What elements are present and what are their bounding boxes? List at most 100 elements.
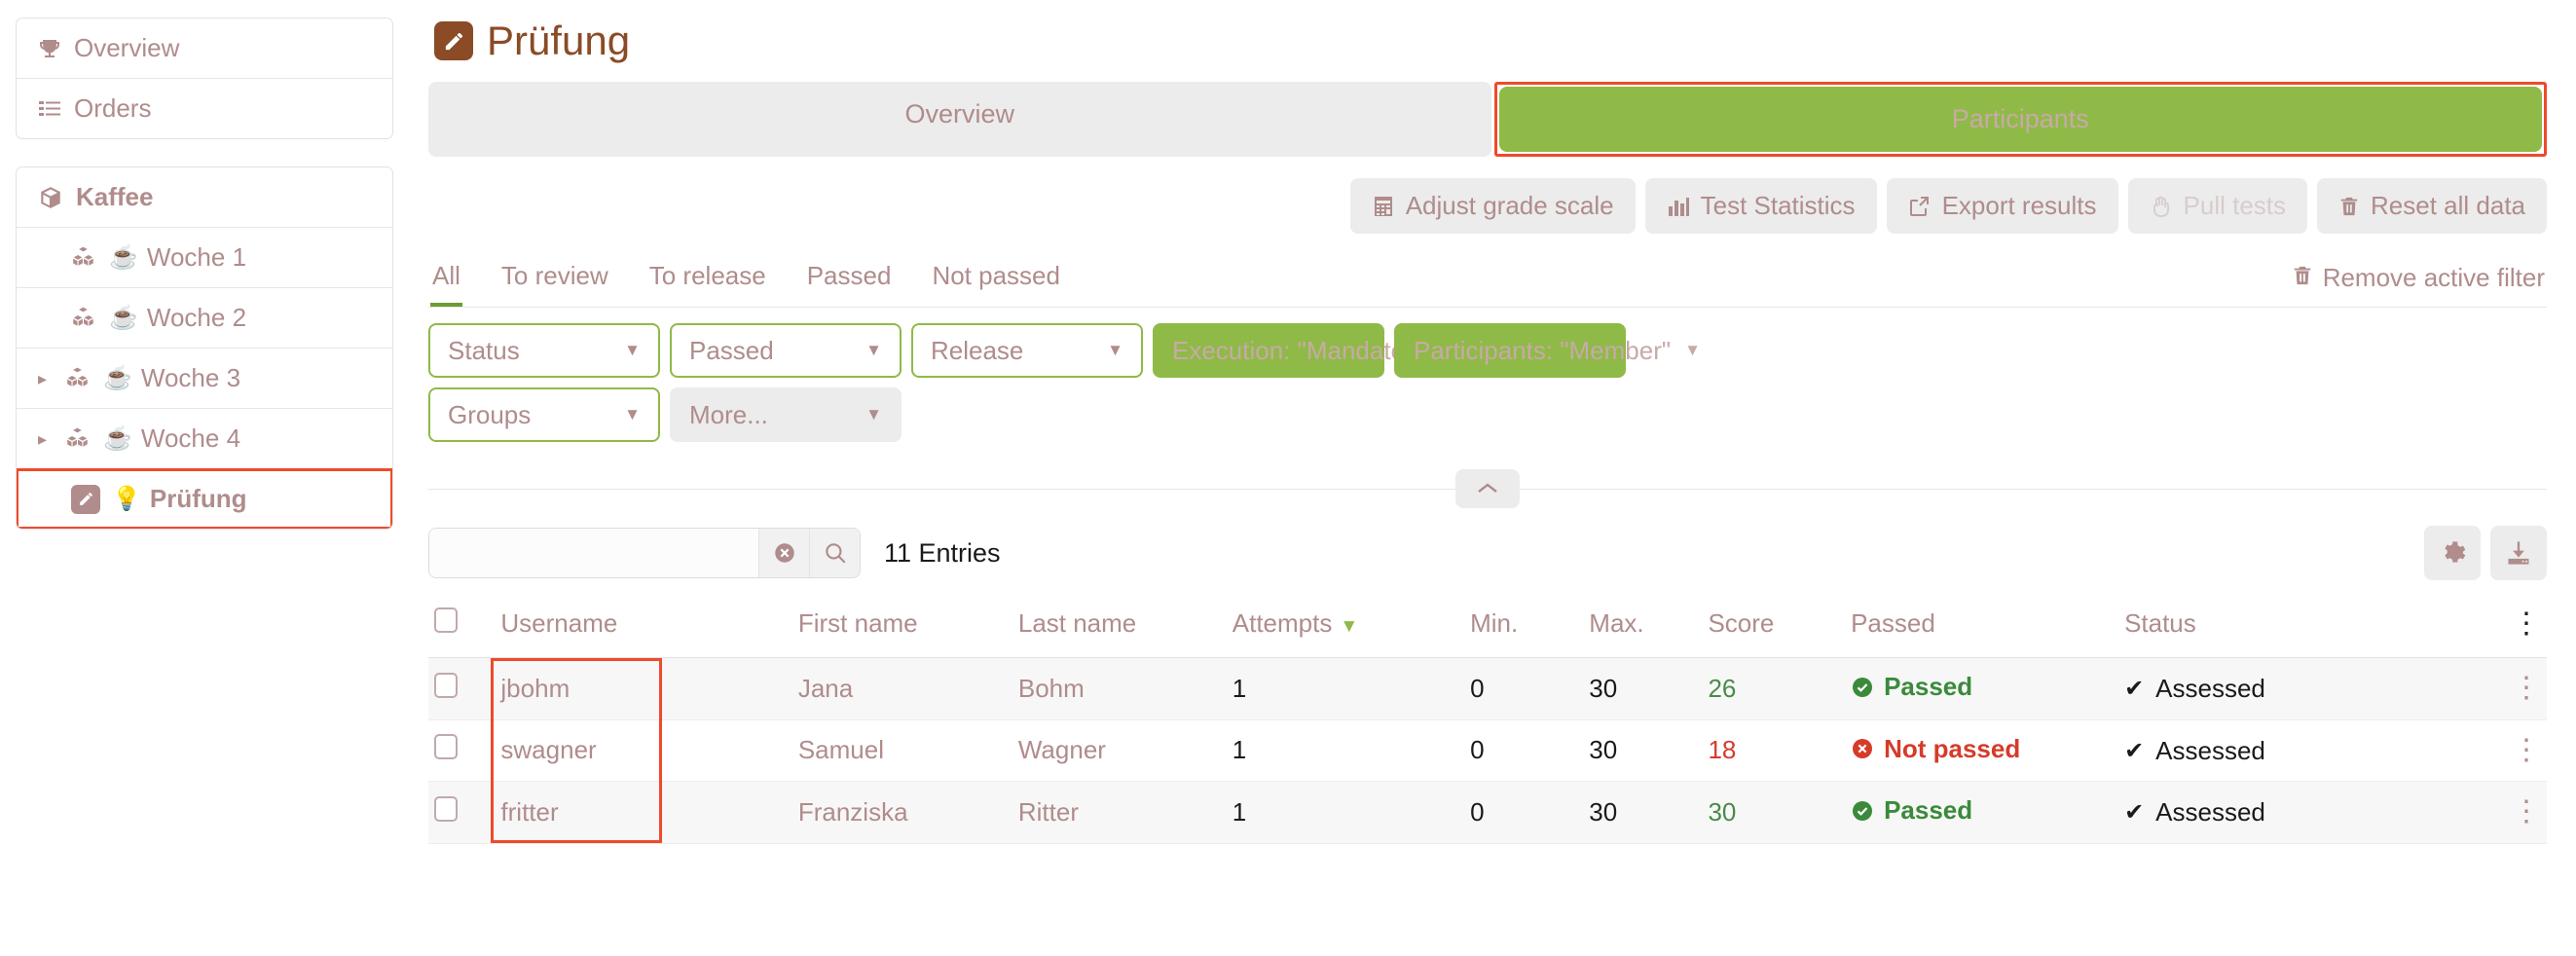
row-actions-menu[interactable]: ⋮ xyxy=(2475,719,2547,782)
filter-label: Groups xyxy=(448,399,532,429)
row-checkbox[interactable] xyxy=(434,734,458,760)
table-head: Username First name Last name Attempts ▼ … xyxy=(428,596,2547,658)
cell-score: 26 xyxy=(1702,657,1846,720)
status-assessed: ✔ Assessed xyxy=(2124,674,2265,704)
download-table-button[interactable] xyxy=(2490,526,2547,580)
adjust-grade-scale-button[interactable]: Adjust grade scale xyxy=(1349,178,1636,234)
sidebar-item-pruefung[interactable]: 💡 Prüfung xyxy=(17,468,392,529)
table-header-row: Username First name Last name Attempts ▼ … xyxy=(428,596,2547,658)
cell-first-name: Franziska xyxy=(791,781,1012,844)
expand-arrow-icon[interactable]: ▸ xyxy=(38,430,55,448)
search-input[interactable] xyxy=(429,529,758,577)
toolbar-button-label: Adjust grade scale xyxy=(1405,191,1614,220)
tab-participants[interactable]: Participants xyxy=(1498,87,2542,152)
bar-chart-icon xyxy=(1667,195,1690,218)
cell-last-name: Ritter xyxy=(1012,781,1227,844)
sidebar-item-woche-1[interactable]: ☕ Woche 1 xyxy=(17,228,392,288)
table-settings-button[interactable] xyxy=(2424,526,2481,580)
row-actions-menu[interactable]: ⋮ xyxy=(2475,657,2547,720)
clear-search-button[interactable] xyxy=(758,529,809,577)
remove-active-filter-button[interactable]: Remove active filter xyxy=(2292,263,2545,307)
filter-passed-select[interactable]: Passed ▼ xyxy=(670,323,902,378)
cell-min: 0 xyxy=(1464,719,1584,782)
expand-arrow-icon[interactable]: ▸ xyxy=(38,370,55,387)
column-header-passed[interactable]: Passed xyxy=(1845,596,2119,658)
toolbar-button-label: Export results xyxy=(1941,191,2097,220)
filter-execution-select[interactable]: Execution: "Mandatory, Opt... ▼ xyxy=(1153,323,1530,378)
sidebar-course-kaffee[interactable]: Kaffee xyxy=(17,167,392,228)
status-badge-passed: Passed xyxy=(1851,795,1972,826)
sidebar-top-panel: Overview Orders xyxy=(16,18,393,139)
filter-release-select[interactable]: Release ▼ xyxy=(911,323,1143,378)
export-results-button[interactable]: Export results xyxy=(1886,178,2118,234)
column-header-first-name[interactable]: First name xyxy=(791,596,1012,658)
cell-status: ✔ Assessed xyxy=(2118,657,2476,720)
table-row[interactable]: fritter Franziska Ritter 1 0 30 30 Passe… xyxy=(428,781,2547,844)
filter-tab-to-release[interactable]: To release xyxy=(647,251,768,307)
column-header-score[interactable]: Score xyxy=(1702,596,1846,658)
filter-groups-select[interactable]: Groups ▼ xyxy=(428,387,660,442)
column-options-menu[interactable]: ⋮ xyxy=(2475,596,2547,658)
table-row[interactable]: swagner Samuel Wagner 1 0 30 18 Not pass… xyxy=(428,719,2547,782)
select-all-checkbox[interactable] xyxy=(434,607,458,633)
sidebar-item-woche-3[interactable]: ▸ ☕ Woche 3 xyxy=(17,349,392,409)
filter-tab-to-review[interactable]: To review xyxy=(499,251,610,307)
column-header-last-name[interactable]: Last name xyxy=(1012,596,1227,658)
filter-participants-select[interactable]: Participants: "Member" ▼ xyxy=(1394,323,1701,378)
filter-more-select[interactable]: More... ▼ xyxy=(670,387,902,442)
column-header-status[interactable]: Status xyxy=(2118,596,2476,658)
clear-circle-icon xyxy=(774,543,794,563)
row-actions-menu[interactable]: ⋮ xyxy=(2475,781,2547,844)
reset-all-data-button[interactable]: Reset all data xyxy=(2317,178,2547,234)
entries-count: 11 Entries xyxy=(884,537,1001,568)
coffee-emoji-icon: ☕ xyxy=(109,305,138,331)
chevron-down-icon: ▼ xyxy=(624,341,641,359)
pencil-badge-icon xyxy=(71,484,100,514)
row-checkbox[interactable] xyxy=(434,795,458,822)
main-content: Prüfung Overview Participants Adjust gra… xyxy=(409,0,2576,956)
sidebar-item-orders[interactable]: Orders xyxy=(17,79,392,138)
collapse-filters-button[interactable] xyxy=(1455,469,1520,508)
cell-last-name: Bohm xyxy=(1012,657,1227,720)
cell-attempts: 1 xyxy=(1226,781,1465,844)
test-statistics-button[interactable]: Test Statistics xyxy=(1644,178,1877,234)
filter-controls: Status ▼ Passed ▼ Release ▼ Execution: "… xyxy=(428,308,2547,458)
filter-tab-passed[interactable]: Passed xyxy=(805,251,894,307)
chevron-up-icon xyxy=(1478,483,1497,493)
cross-circle-icon xyxy=(1851,737,1874,760)
search-icon xyxy=(825,543,846,564)
pull-tests-button[interactable]: Pull tests xyxy=(2127,178,2308,234)
app-root: Overview Orders Kaffee ☕ Woche 1 ☕ Woche… xyxy=(0,0,2576,956)
trophy-icon xyxy=(38,37,61,60)
cell-first-name: Samuel xyxy=(791,719,1012,782)
column-header-min[interactable]: Min. xyxy=(1464,596,1584,658)
sidebar-item-label: Woche 4 xyxy=(140,423,241,453)
cell-attempts: 1 xyxy=(1226,719,1465,782)
column-header-username[interactable]: Username xyxy=(495,596,792,658)
filter-tab-all[interactable]: All xyxy=(430,251,462,307)
table-row[interactable]: jbohm Jana Bohm 1 0 30 26 Passed ✔ Asses… xyxy=(428,657,2547,720)
remove-active-filter-label: Remove active filter xyxy=(2322,263,2545,292)
hand-icon xyxy=(2150,195,2173,218)
tab-overview[interactable]: Overview xyxy=(428,82,1491,157)
filter-tab-not-passed[interactable]: Not passed xyxy=(930,251,1062,307)
sidebar-course-panel: Kaffee ☕ Woche 1 ☕ Woche 2 ▸ ☕ Woche 3 ▸… xyxy=(16,166,393,530)
row-select-cell xyxy=(428,719,496,782)
row-checkbox[interactable] xyxy=(434,672,458,698)
status-badge-not-passed: Not passed xyxy=(1851,734,2020,764)
column-header-attempts[interactable]: Attempts ▼ xyxy=(1226,596,1465,658)
coffee-emoji-icon: ☕ xyxy=(109,244,138,271)
sidebar-item-woche-2[interactable]: ☕ Woche 2 xyxy=(17,288,392,349)
blocks-icon xyxy=(65,366,91,391)
cell-passed: Passed xyxy=(1845,657,2119,720)
sidebar-item-overview[interactable]: Overview xyxy=(17,18,392,79)
cell-username: jbohm xyxy=(495,657,792,720)
filter-tab-list: All To review To release Passed Not pass… xyxy=(430,251,1062,307)
column-header-max[interactable]: Max. xyxy=(1583,596,1703,658)
search-button[interactable] xyxy=(809,529,860,577)
filter-status-select[interactable]: Status ▼ xyxy=(428,323,660,378)
cell-max: 30 xyxy=(1583,781,1703,844)
filter-row-2: Groups ▼ More... ▼ xyxy=(428,387,2547,442)
sidebar-item-woche-4[interactable]: ▸ ☕ Woche 4 xyxy=(17,409,392,469)
table-body: jbohm Jana Bohm 1 0 30 26 Passed ✔ Asses… xyxy=(428,657,2547,844)
